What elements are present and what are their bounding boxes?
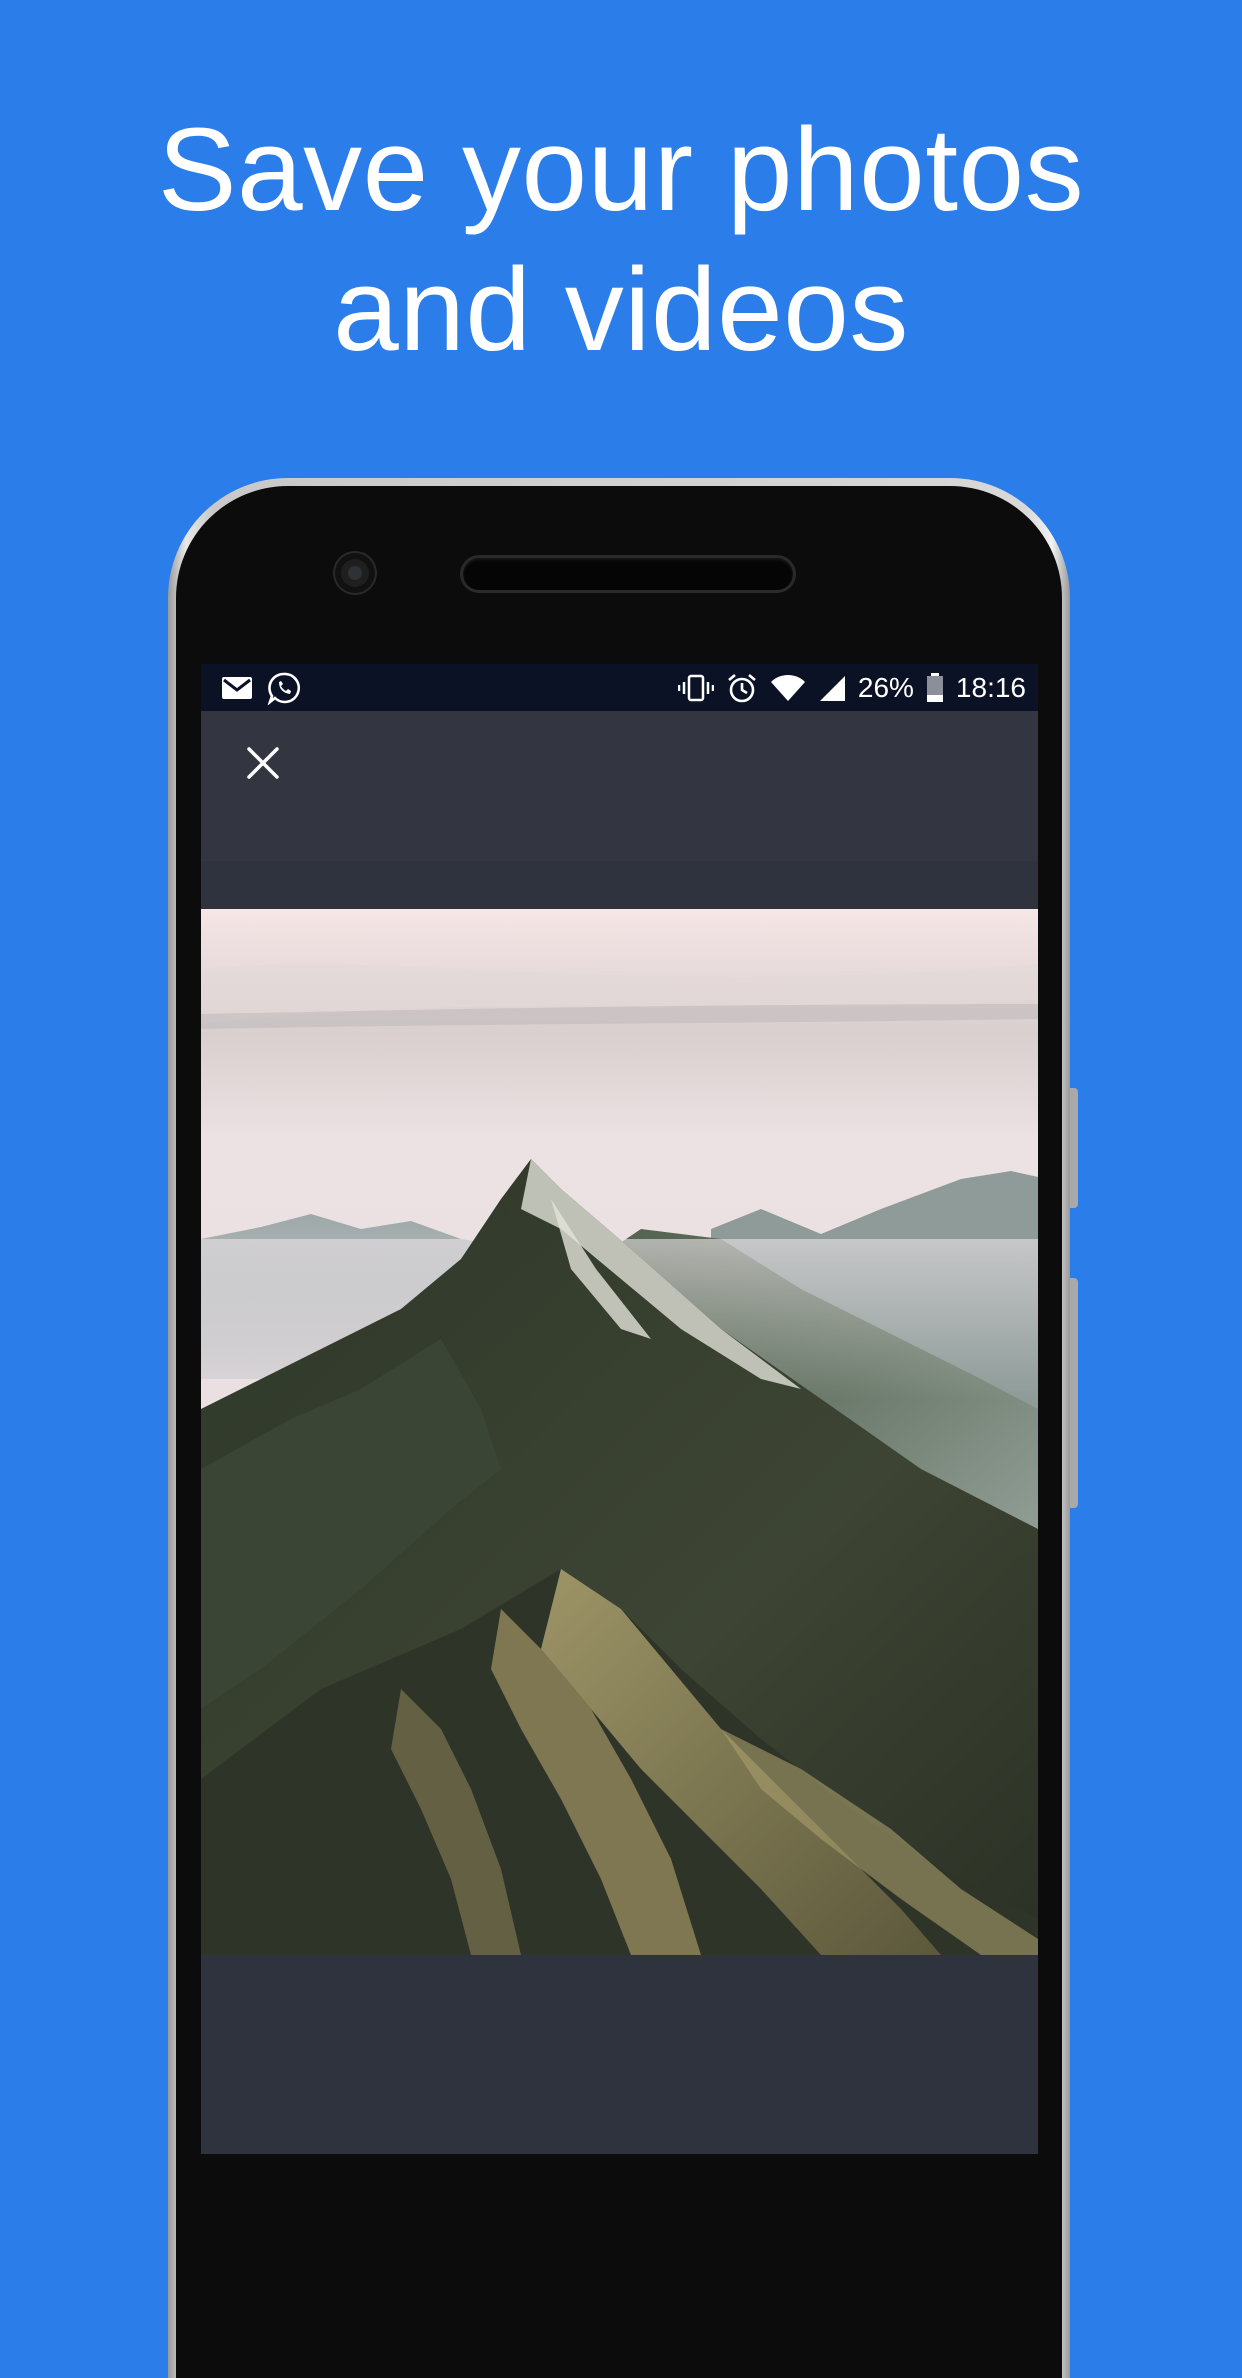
close-button[interactable] bbox=[231, 731, 295, 795]
clock: 18:16 bbox=[955, 671, 1026, 703]
bottom-bar bbox=[201, 1955, 1038, 2154]
volume-button bbox=[1070, 1088, 1078, 1208]
headline-line-1: Save your photos bbox=[157, 104, 1085, 236]
status-bar: 26% 18:16 bbox=[201, 664, 1038, 711]
power-button bbox=[1070, 1278, 1078, 1508]
earpiece-speaker bbox=[463, 558, 793, 590]
headline: Save your photos and videos bbox=[0, 100, 1242, 380]
mountain-photo[interactable] bbox=[201, 909, 1038, 1955]
toolbar bbox=[201, 711, 1038, 861]
front-camera bbox=[335, 553, 375, 593]
signal-icon bbox=[818, 674, 846, 702]
alarm-icon bbox=[726, 672, 758, 704]
whatsapp-icon bbox=[267, 671, 301, 705]
battery-percent: 26% bbox=[857, 671, 914, 703]
vibrate-icon bbox=[677, 673, 714, 703]
battery-icon bbox=[926, 672, 944, 703]
close-icon bbox=[247, 747, 279, 779]
wifi-icon bbox=[770, 674, 806, 702]
headline-line-2: and videos bbox=[333, 244, 909, 376]
phone-screen: 26% 18:16 bbox=[201, 664, 1038, 2154]
gmail-icon bbox=[221, 676, 253, 700]
